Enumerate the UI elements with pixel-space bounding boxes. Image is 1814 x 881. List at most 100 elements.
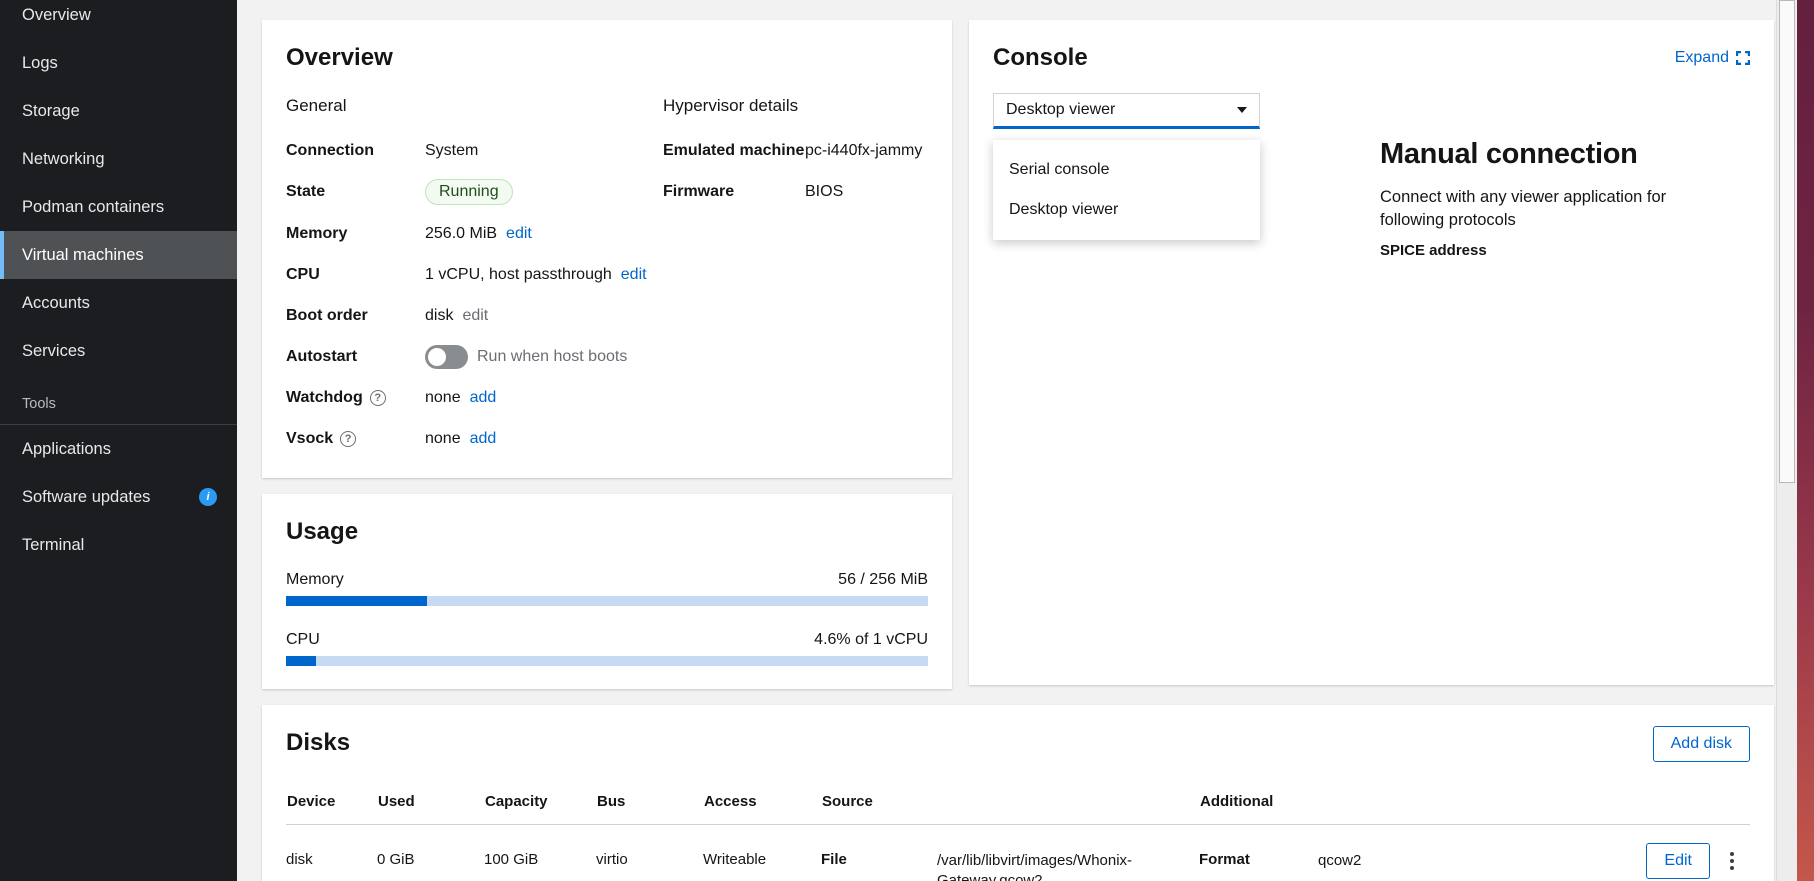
cpu-progress-bar	[286, 656, 928, 666]
autostart-toggle[interactable]	[425, 345, 468, 369]
header-bus: Bus	[597, 793, 704, 810]
memory-value: 256.0 MiB	[425, 225, 497, 243]
sidebar-item-podman-containers[interactable]: Podman containers	[0, 183, 237, 231]
connection-row: Connection System	[286, 138, 663, 163]
connection-label: Connection	[286, 142, 425, 160]
vsock-row: Vsock ? none add	[286, 426, 663, 451]
console-type-select[interactable]: Desktop viewer	[993, 93, 1260, 129]
help-icon[interactable]: ?	[370, 390, 386, 406]
autostart-row: Autostart Run when host boots	[286, 344, 663, 369]
sidebar-item-storage[interactable]: Storage	[0, 87, 237, 135]
sidebar-item-virtual-machines[interactable]: Virtual machines	[0, 231, 237, 279]
hypervisor-heading: Hypervisor details	[663, 96, 928, 116]
spice-address-label: SPICE address	[1380, 242, 1732, 259]
sidebar-item-overview[interactable]: Overview	[0, 0, 237, 39]
add-disk-button[interactable]: Add disk	[1653, 726, 1750, 762]
state-label: State	[286, 183, 425, 201]
watchdog-value: none	[425, 389, 461, 407]
sidebar-item-label: Software updates	[22, 488, 150, 507]
usage-card: Usage Memory 56 / 256 MiB CPU 4.6% of 1 …	[262, 494, 952, 689]
console-card-title: Console	[993, 44, 1088, 72]
header-used: Used	[378, 793, 485, 810]
cell-device: disk	[286, 851, 377, 868]
format-value: qcow2	[1318, 851, 1641, 871]
memory-usage-label: Memory	[286, 571, 344, 589]
header-device: Device	[287, 793, 378, 810]
vsock-add-link[interactable]: add	[470, 430, 497, 448]
autostart-description: Run when host boots	[477, 348, 627, 366]
sidebar-item-terminal[interactable]: Terminal	[0, 521, 237, 569]
kebab-menu-icon[interactable]	[1726, 846, 1738, 876]
sidebar-item-logs[interactable]: Logs	[0, 39, 237, 87]
overview-hypervisor-column: Hypervisor details Emulated machine pc-i…	[663, 96, 928, 467]
header-access: Access	[704, 793, 822, 810]
firmware-label: Firmware	[663, 183, 805, 201]
boot-order-row: Boot order disk edit	[286, 303, 663, 328]
sidebar-item-accounts[interactable]: Accounts	[0, 279, 237, 327]
source-type-label: File	[821, 851, 937, 881]
console-type-menu: Serial console Desktop viewer	[993, 140, 1260, 240]
menu-item-desktop-viewer[interactable]: Desktop viewer	[993, 190, 1260, 230]
overview-general-column: General Connection System State Running …	[286, 96, 663, 467]
usage-card-title: Usage	[286, 518, 928, 546]
source-path-value: /var/lib/libvirt/images/Whonix-Gateway.q…	[937, 851, 1147, 881]
state-row: State Running	[286, 179, 663, 205]
firmware-row: Firmware BIOS	[663, 179, 928, 204]
memory-label: Memory	[286, 225, 425, 243]
autostart-label: Autostart	[286, 348, 425, 366]
sidebar-item-networking[interactable]: Networking	[0, 135, 237, 183]
desktop-wallpaper-strip	[1797, 0, 1814, 881]
header-additional: Additional	[1200, 793, 1642, 810]
watchdog-add-link[interactable]: add	[470, 389, 497, 407]
sidebar-item-software-updates[interactable]: Software updates i	[0, 473, 237, 521]
header-source: Source	[822, 793, 1200, 810]
sidebar-tools-heading: Tools	[0, 396, 237, 424]
page-scrollbar[interactable]	[1776, 0, 1797, 881]
menu-item-serial-console[interactable]: Serial console	[993, 150, 1260, 190]
cell-bus: virtio	[596, 851, 703, 868]
header-capacity: Capacity	[485, 793, 597, 810]
connection-value: System	[425, 142, 663, 160]
memory-progress-bar	[286, 596, 928, 606]
boot-order-value: disk	[425, 307, 453, 325]
memory-edit-link[interactable]: edit	[506, 225, 532, 243]
boot-order-edit-link[interactable]: edit	[462, 307, 488, 325]
boot-order-label: Boot order	[286, 307, 425, 325]
manual-connection-title: Manual connection	[1380, 138, 1732, 171]
cpu-row: CPU 1 vCPU, host passthrough edit	[286, 262, 663, 287]
emulated-machine-label: Emulated machine	[663, 142, 805, 160]
sidebar-nav-list: Overview Logs Storage Networking Podman …	[0, 0, 237, 375]
manual-connection-section: Manual connection Connect with any viewe…	[1380, 138, 1732, 259]
expand-label: Expand	[1675, 49, 1729, 67]
memory-row: Memory 256.0 MiB edit	[286, 221, 663, 246]
expand-icon	[1736, 51, 1750, 65]
cpu-progress-fill	[286, 656, 316, 666]
help-icon[interactable]: ?	[340, 431, 356, 447]
console-card: Console Expand Desktop viewer Serial con…	[969, 20, 1774, 685]
cell-capacity: 100 GiB	[484, 851, 596, 868]
memory-usage-row: Memory 56 / 256 MiB	[286, 571, 928, 606]
overview-card-title: Overview	[286, 44, 928, 72]
cpu-label: CPU	[286, 266, 425, 284]
expand-console-button[interactable]: Expand	[1675, 49, 1750, 67]
vsock-label: Vsock	[286, 430, 333, 448]
scrollbar-thumb[interactable]	[1779, 0, 1795, 483]
cell-used: 0 GiB	[377, 851, 484, 868]
status-badge-running: Running	[425, 179, 513, 205]
sidebar-item-services[interactable]: Services	[0, 327, 237, 375]
general-heading: General	[286, 96, 663, 116]
edit-disk-button[interactable]: Edit	[1646, 843, 1710, 879]
emulated-machine-row: Emulated machine pc-i440fx-jammy	[663, 138, 928, 163]
disks-table: Device Used Capacity Bus Access Source A…	[286, 793, 1750, 881]
sidebar-item-applications[interactable]: Applications	[0, 425, 237, 473]
memory-usage-value: 56 / 256 MiB	[838, 571, 928, 589]
cpu-edit-link[interactable]: edit	[621, 266, 647, 284]
cpu-value: 1 vCPU, host passthrough	[425, 266, 612, 284]
watchdog-row: Watchdog ? none add	[286, 385, 663, 410]
manual-connection-description: Connect with any viewer application for …	[1380, 186, 1732, 233]
vsock-value: none	[425, 430, 461, 448]
overview-card: Overview General Connection System State…	[262, 20, 952, 478]
sidebar: Overview Logs Storage Networking Podman …	[0, 0, 237, 881]
cpu-usage-label: CPU	[286, 631, 320, 649]
watchdog-label: Watchdog	[286, 389, 363, 407]
